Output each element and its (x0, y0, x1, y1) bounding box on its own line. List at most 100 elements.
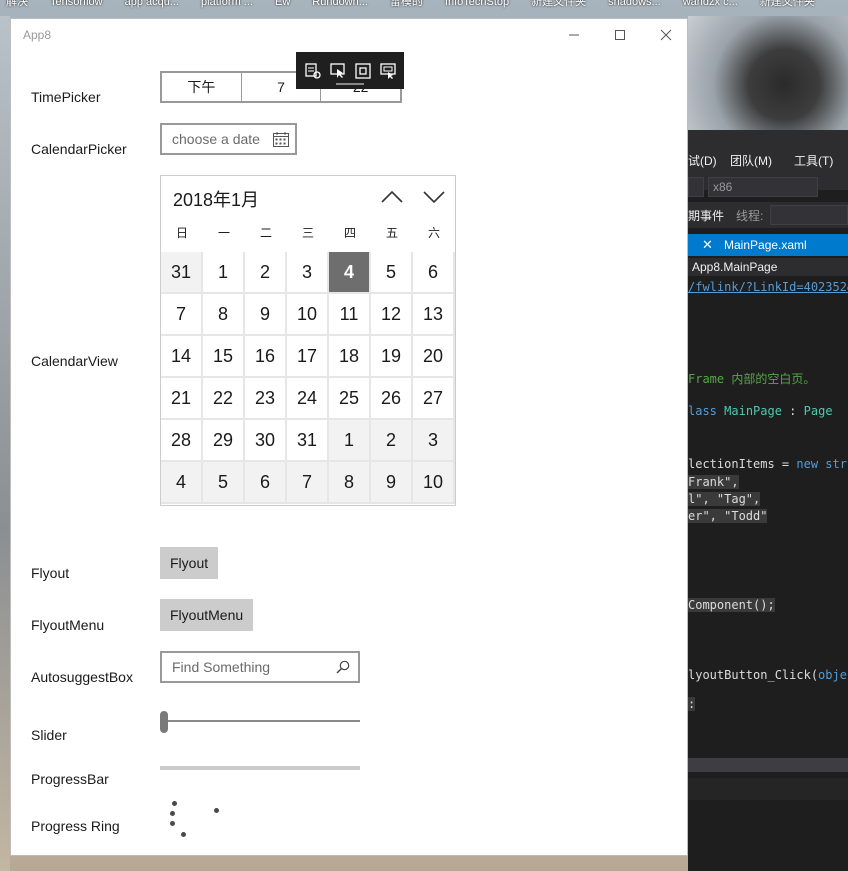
vs-platform-combo[interactable]: x86 (708, 177, 818, 197)
calendar-day[interactable]: 17 (287, 336, 329, 378)
calendar-day[interactable]: 16 (245, 336, 287, 378)
vs-menu-tools[interactable]: 工具(T) (794, 152, 833, 169)
calendar-next-button[interactable] (417, 182, 451, 212)
calendar-day[interactable]: 5 (371, 252, 413, 294)
calendar-day[interactable]: 10 (413, 462, 455, 504)
calendar-day-today[interactable]: 4 (329, 252, 371, 294)
desktop-icon-label[interactable]: 解决 (6, 0, 28, 16)
vs-output-panel (688, 778, 848, 800)
desktop-icon-label[interactable]: 雷模的 (390, 0, 423, 16)
calendar-month-header[interactable]: 2018年1月 (173, 186, 259, 212)
title-bar[interactable]: App8 (11, 19, 687, 51)
calendar-day[interactable]: 4 (161, 462, 203, 504)
search-icon[interactable] (336, 660, 350, 674)
vs-menu-team[interactable]: 团队(M) (730, 152, 772, 169)
calendar-day[interactable]: 2 (245, 252, 287, 294)
code-link[interactable]: /fwlink/?LinkId=402352& (688, 280, 848, 294)
desktop-icon-label[interactable]: shadows... (608, 0, 661, 16)
vs-navigation-bar[interactable]: App8.MainPage (688, 258, 848, 276)
calendar-day[interactable]: 28 (161, 420, 203, 462)
calendar-day[interactable]: 2 (371, 420, 413, 462)
close-button[interactable] (643, 19, 687, 51)
calendar-day[interactable]: 22 (203, 378, 245, 420)
desktop-icon-label[interactable]: 新建文件夹 (760, 0, 815, 16)
calendar-day[interactable]: 3 (287, 252, 329, 294)
vs-events-label[interactable]: 期事件 (688, 207, 724, 224)
maximize-button[interactable] (597, 19, 643, 51)
calendar-day[interactable]: 8 (203, 294, 245, 336)
calendar-day[interactable]: 9 (245, 294, 287, 336)
calendar-previous-button[interactable] (375, 182, 409, 212)
calendar-day[interactable]: 7 (287, 462, 329, 504)
calendar-day[interactable]: 20 (413, 336, 455, 378)
slider[interactable] (160, 709, 360, 733)
calendar-day[interactable]: 6 (245, 462, 287, 504)
autosuggest-box[interactable]: Find Something (160, 651, 360, 683)
calendar-day[interactable]: 1 (203, 252, 245, 294)
desktop-icon-label[interactable]: app acqu... (125, 0, 179, 16)
vs-scrollbar[interactable] (688, 758, 848, 772)
calendar-day[interactable]: 8 (329, 462, 371, 504)
calendar-day[interactable]: 30 (245, 420, 287, 462)
slider-thumb[interactable] (160, 711, 168, 733)
vs-code-editor[interactable]: /fwlink/?LinkId=402352& Frame 内部的空白页。 la… (688, 276, 848, 746)
code-comment: Frame 内部的空白页。 (688, 372, 816, 386)
vs-tabstrip: ✕ MainPage.xaml (688, 234, 848, 256)
calendar-day[interactable]: 10 (287, 294, 329, 336)
minimize-button[interactable] (551, 19, 597, 51)
calendar-day[interactable]: 18 (329, 336, 371, 378)
calendar-day[interactable]: 14 (161, 336, 203, 378)
calendar-day[interactable]: 5 (203, 462, 245, 504)
calendar-day[interactable]: 24 (287, 378, 329, 420)
calendar-day[interactable]: 1 (329, 420, 371, 462)
calendar-day[interactable]: 6 (413, 252, 455, 294)
calendar-day[interactable]: 13 (413, 294, 455, 336)
vs-config-combo[interactable] (688, 177, 704, 197)
display-adorners-icon[interactable] (353, 61, 373, 81)
select-element-icon[interactable] (328, 61, 348, 81)
calendar-day[interactable]: 26 (371, 378, 413, 420)
calendar-day[interactable]: 29 (203, 420, 245, 462)
calendar-day[interactable]: 21 (161, 378, 203, 420)
calendar-day[interactable]: 23 (245, 378, 287, 420)
calendar-day[interactable]: 9 (371, 462, 413, 504)
calendar-day[interactable]: 19 (371, 336, 413, 378)
flyout-button[interactable]: Flyout (160, 547, 219, 579)
vs-menu-debug[interactable]: 试(D) (688, 152, 717, 169)
desktop-icon-label[interactable]: 新建文件夹 (531, 0, 586, 16)
close-icon (660, 29, 672, 41)
autosuggest-placeholder: Find Something (172, 659, 271, 675)
live-visual-tree-icon[interactable] (303, 61, 323, 81)
desktop-icon-label[interactable]: platform ... (201, 0, 253, 16)
visual-studio-window: 试(D) 团队(M) 工具(T) x86 期事件 线程: ✕ MainPage.… (688, 130, 848, 871)
vs-menubar: 试(D) 团队(M) 工具(T) x86 (688, 130, 848, 197)
desktop-icon-label[interactable]: Tensorflow (50, 0, 103, 16)
weekday-label: 二 (259, 226, 272, 240)
progress-bar (160, 766, 360, 770)
track-focus-icon[interactable] (378, 61, 398, 81)
vs-thread-combo[interactable] (770, 205, 848, 225)
desktop-icon-label[interactable]: InfoTechStop (445, 0, 509, 16)
label-progressbar: ProgressBar (31, 771, 109, 787)
flyoutmenu-button[interactable]: FlyoutMenu (160, 599, 254, 631)
timepicker-period[interactable]: 下午 (162, 73, 242, 101)
calendar-day[interactable]: 31 (161, 252, 203, 294)
desktop-icon-label[interactable]: Rundown... (312, 0, 368, 16)
calendar-day[interactable]: 3 (413, 420, 455, 462)
calendar-day[interactable]: 12 (371, 294, 413, 336)
calendar-date-picker[interactable]: choose a date (160, 123, 297, 155)
vs-tab-mainpage[interactable]: ✕ MainPage.xaml (688, 234, 848, 256)
calendar-day[interactable]: 27 (413, 378, 455, 420)
slider-track[interactable] (160, 720, 360, 722)
calendar-day[interactable]: 31 (287, 420, 329, 462)
desktop-icon-label[interactable]: Ew (275, 0, 290, 16)
code-class-keyword: lass (688, 404, 717, 418)
calendar-day[interactable]: 11 (329, 294, 371, 336)
close-icon[interactable]: ✕ (702, 234, 713, 256)
chevron-up-icon (381, 191, 403, 203)
calendar-day[interactable]: 7 (161, 294, 203, 336)
calendar-day[interactable]: 25 (329, 378, 371, 420)
calendar-day[interactable]: 15 (203, 336, 245, 378)
toolbar-collapse-handle[interactable] (336, 83, 364, 85)
desktop-icon-label[interactable]: wandzx c... (683, 0, 738, 16)
